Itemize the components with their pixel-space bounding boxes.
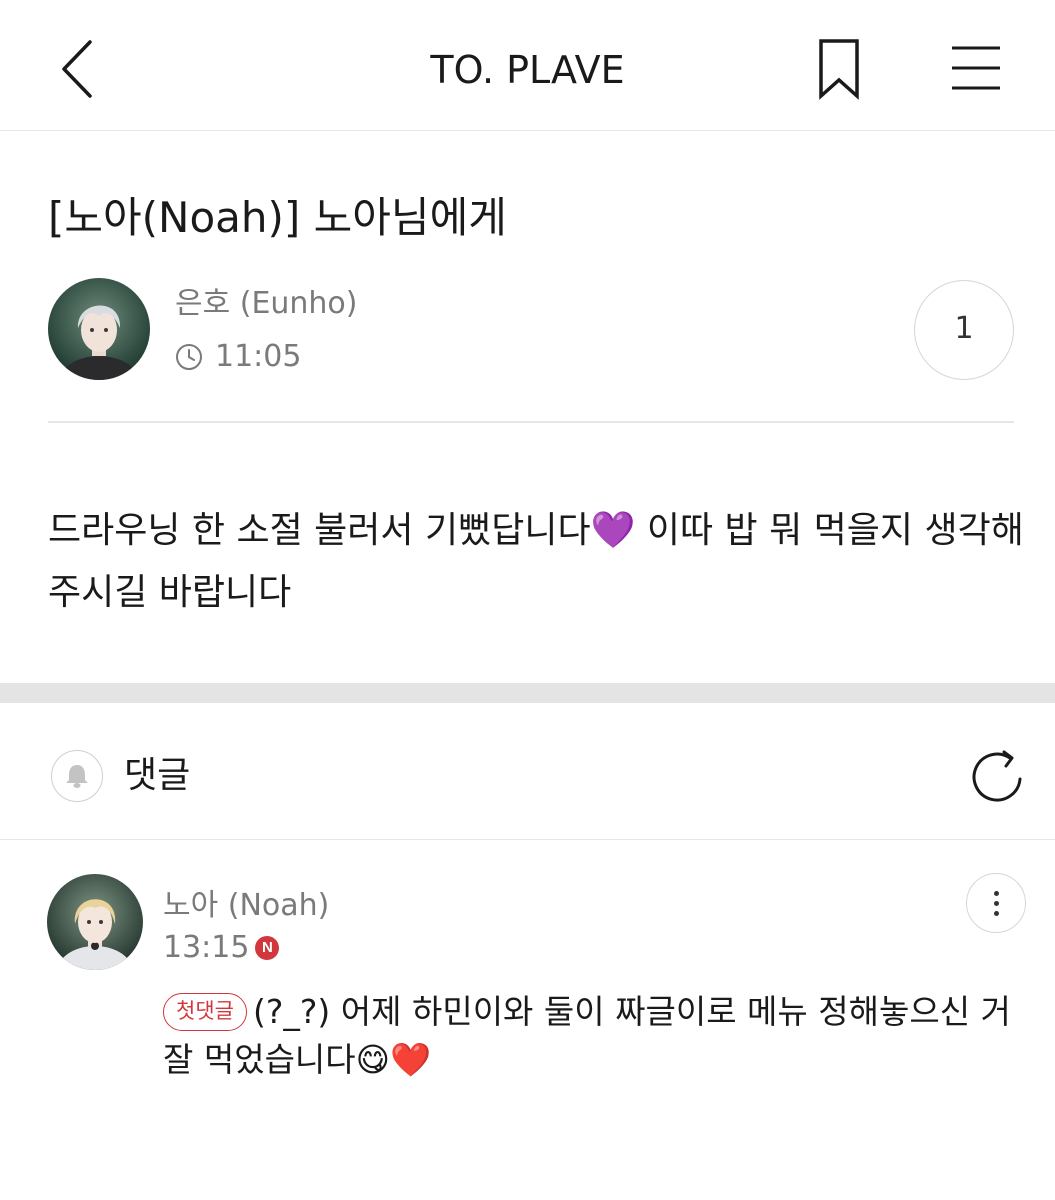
clock-icon [176, 344, 202, 370]
bell-icon [66, 765, 88, 788]
commenter-name: 노아 (Noah) [163, 888, 330, 923]
top-nav-bar: TO. PLAVE [0, 0, 1055, 131]
divider [48, 421, 1014, 423]
refresh-icon[interactable] [966, 746, 1028, 808]
post-time: 11:05 [215, 339, 302, 374]
comments-section-label: 댓글 [124, 755, 191, 796]
post-title: [노아(Noah)] 노아님에게 [48, 193, 507, 242]
first-comment-badge: 첫댓글 [163, 993, 247, 1031]
page-title: TO. PLAVE [430, 48, 625, 92]
new-badge: N [255, 936, 280, 960]
bookmark-icon[interactable] [812, 38, 866, 100]
author-avatar[interactable] [48, 278, 150, 380]
post-body: 드라우닝 한 소절 불러서 기뻤답니다💜 이따 밥 뭐 먹을지 생각해 주시길 … [48, 510, 1024, 613]
comment-timestamp: 13:15 N [163, 928, 280, 968]
notification-bell-button[interactable] [51, 750, 103, 802]
hamburger-menu-icon[interactable] [948, 42, 1004, 94]
section-separator [0, 683, 1055, 703]
more-vertical-icon [993, 890, 999, 916]
comment-text: (?_?) 어제 하민이와 둘이 짜글이로 메뉴 정해놓으신 거 잘 먹었습니다… [163, 992, 1011, 1079]
comment-count-badge[interactable]: 1 [914, 280, 1014, 380]
author-name: 은호 (Eunho) [175, 286, 358, 321]
comment-time: 13:15 [163, 930, 250, 965]
post-timestamp: 11:05 [175, 337, 301, 377]
commenter-avatar[interactable] [47, 874, 143, 970]
divider [0, 839, 1055, 840]
more-options-button[interactable] [966, 873, 1026, 933]
